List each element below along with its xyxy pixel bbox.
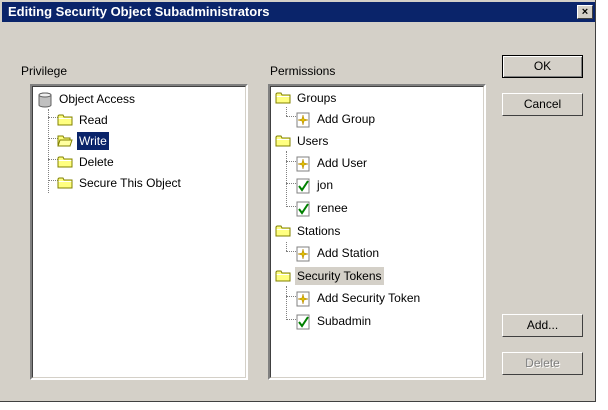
folder-open-icon	[57, 134, 73, 148]
folder-icon	[57, 113, 73, 127]
privilege-tree[interactable]: Object Access Read Write Delete Secure T…	[30, 84, 248, 380]
permissions-tree[interactable]: Groups Add Group Users Add User jon rene…	[268, 84, 486, 380]
folder-icon	[275, 134, 291, 148]
check-page-icon	[295, 314, 311, 330]
folder-icon	[275, 269, 291, 283]
check-page-icon	[295, 201, 311, 217]
folder-icon	[275, 91, 291, 105]
add-button[interactable]: Add...	[502, 314, 583, 337]
ok-button[interactable]: OK	[502, 55, 583, 78]
check-page-icon	[295, 178, 311, 194]
folder-icon	[275, 224, 291, 238]
star-page-icon	[295, 246, 311, 262]
privilege-label: Privilege	[21, 64, 68, 78]
cancel-button[interactable]: Cancel	[502, 93, 583, 116]
dialog-title: Editing Security Object Subadministrator…	[8, 4, 270, 19]
star-page-icon	[295, 291, 311, 307]
star-page-icon	[295, 112, 311, 128]
folder-icon	[57, 176, 73, 190]
close-button[interactable]: ×	[577, 5, 593, 19]
title-bar[interactable]: Editing Security Object Subadministrator…	[2, 2, 595, 22]
dialog-window: Editing Security Object Subadministrator…	[0, 0, 596, 402]
star-page-icon	[295, 156, 311, 172]
permissions-label: Permissions	[270, 64, 336, 78]
database-icon	[37, 92, 53, 108]
delete-button[interactable]: Delete	[502, 352, 583, 375]
folder-icon	[57, 155, 73, 169]
